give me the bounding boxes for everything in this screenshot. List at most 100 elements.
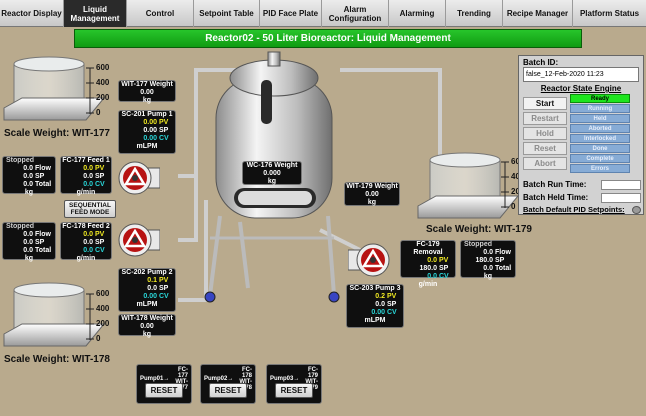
reset-pump01-button[interactable]: RESET xyxy=(145,383,183,398)
totalizer-177-box[interactable]: Stopped 0.0 Flow 0.0 SP 0.0 Total kg xyxy=(2,156,56,196)
wc176-weight-value: 0.000 xyxy=(263,170,281,177)
state-interlocked: Interlocked xyxy=(570,134,630,143)
fc179-title: FC-179 Removal xyxy=(413,241,443,256)
fc177-box[interactable]: FC-177 Feed 1 0.0 PV 0.0 SP 0.0 CV g/min xyxy=(60,156,112,196)
state-running: Running xyxy=(570,104,630,113)
state-ready: Ready xyxy=(570,94,630,103)
fc177-sp: 0.0 xyxy=(83,173,93,180)
scale-wit177-tick-0: 0 xyxy=(96,108,101,117)
wc176-weight-title: WC-176 Weight xyxy=(246,162,298,169)
totalizer-178-total-label: Total xyxy=(35,247,52,254)
wit177-weight-value: 0.00 xyxy=(140,89,154,96)
fc178-title: FC-178 Feed 2 xyxy=(62,223,110,230)
liquid-management-screen: Reactor Display Liquid Management Contro… xyxy=(0,0,646,416)
fc177-cv: 0.0 xyxy=(83,181,93,188)
totalizer-177-flow-label: Flow xyxy=(35,165,51,172)
wit179-weight-box[interactable]: WIT-179 Weight 0.00 kg xyxy=(344,182,400,206)
fc179-unit: g/min xyxy=(418,281,438,288)
scale-wit178-tick-0: 0 xyxy=(96,334,101,343)
batch-run-time-field xyxy=(601,180,641,190)
reset-pump02-pump: Pump02 xyxy=(204,376,228,382)
wit178-weight-value: 0.00 xyxy=(140,323,154,330)
wit178-weight-title: WIT-178 Weight xyxy=(121,315,173,322)
pump1-cv-label: CV xyxy=(159,135,169,142)
pump1-sp-label: SP xyxy=(159,127,169,134)
scale-wit177-tick-200: 200 xyxy=(96,93,110,102)
scale-wit178-graphic xyxy=(3,282,106,347)
wc176-weight-unit: kg xyxy=(267,178,277,185)
scale-wit177-tick-600: 600 xyxy=(96,63,110,72)
reset-pump02-button[interactable]: RESET xyxy=(209,383,247,398)
scale-wit177-graphic xyxy=(3,56,106,121)
totalizer-179-status: Stopped xyxy=(464,241,492,248)
totalizer-178-box[interactable]: Stopped 0.0 Flow 0.0 SP 0.0 Total kg xyxy=(2,222,56,262)
fc177-pv: 0.0 xyxy=(83,165,93,172)
fc178-unit: g/min xyxy=(76,255,96,262)
state-aborted: Aborted xyxy=(570,124,630,133)
pump3-pv-label: PV xyxy=(387,293,397,300)
state-held: Held xyxy=(570,114,630,123)
totalizer-179-box[interactable]: Stopped 0.0 Flow 180.0 SP 0.0 Total kg xyxy=(460,240,516,280)
pump1-box[interactable]: SC-201 Pump 1 0.00 PV 0.00 SP 0.00 CV mLPM xyxy=(118,110,176,154)
batch-run-time-label: Batch Run Time: xyxy=(523,180,587,189)
wit178-weight-box[interactable]: WIT-178 Weight 0.00 kg xyxy=(118,314,176,338)
pump3-title: SC-203 Pump 3 xyxy=(349,285,401,292)
fc179-pv-label: PV xyxy=(439,257,449,264)
batch-held-time-field xyxy=(601,193,641,203)
totalizer-177-sp-label: SP xyxy=(35,173,45,180)
batch-default-pid-label[interactable]: Batch Default PID Setpoints: xyxy=(523,205,625,214)
pump1-pv-label: PV xyxy=(159,119,169,126)
totalizer-177-total-label: Total xyxy=(35,181,52,188)
start-button[interactable]: Start xyxy=(523,97,567,110)
pump2-pv: 0.1 xyxy=(147,277,157,284)
abort-button[interactable]: Abort xyxy=(523,157,567,170)
totalizer-178-flow: 0.0 xyxy=(23,231,33,238)
pump2-icon[interactable] xyxy=(118,222,160,258)
scale-wit178-tick-400: 400 xyxy=(96,304,110,313)
fc177-title: FC-177 Feed 1 xyxy=(62,157,110,164)
scale-wit178-tick-200: 200 xyxy=(96,319,110,328)
batch-id-field[interactable]: false_12-Feb-2020 11:23 xyxy=(523,67,639,82)
fc179-cv-label: CV xyxy=(439,273,449,280)
hold-button[interactable]: Hold xyxy=(523,127,567,140)
restart-button[interactable]: Restart xyxy=(523,112,567,125)
expand-icon[interactable] xyxy=(632,206,641,214)
pump1-icon[interactable] xyxy=(118,160,160,196)
batch-id-label: Batch ID: xyxy=(523,58,559,67)
fc178-pv: 0.0 xyxy=(83,231,93,238)
pump1-sp: 0.00 xyxy=(143,127,157,134)
fc178-box[interactable]: FC-178 Feed 2 0.0 PV 0.0 SP 0.0 CV g/min xyxy=(60,222,112,262)
scale-wit178-label: Scale Weight: WIT-178 xyxy=(4,354,110,365)
totalizer-178-flow-label: Flow xyxy=(35,231,51,238)
fc179-box[interactable]: FC-179 Removal 0.0 PV 180.0 SP 0.0 CV g/min xyxy=(400,240,456,288)
wit177-weight-unit: kg xyxy=(142,97,152,104)
pump2-title: SC-202 Pump 2 xyxy=(121,269,173,276)
totalizer-177-total: 0.0 xyxy=(23,181,33,188)
reset-pump03-button[interactable]: RESET xyxy=(275,383,313,398)
pump3-sp-label: SP xyxy=(387,301,397,308)
pump3-icon[interactable] xyxy=(348,242,390,278)
fc179-sp: 180.0 xyxy=(419,265,437,272)
fc178-cv: 0.0 xyxy=(83,247,93,254)
wc176-weight-box[interactable]: WC-176 Weight 0.000 kg xyxy=(242,161,302,185)
pump2-cv: 0.00 xyxy=(143,293,157,300)
reset-button[interactable]: Reset xyxy=(523,142,567,155)
pump3-box[interactable]: SC-203 Pump 3 0.2 PV 0.0 SP 0.00 CV mLPM xyxy=(346,284,404,328)
fc178-sp: 0.0 xyxy=(83,239,93,246)
pump2-box[interactable]: SC-202 Pump 2 0.1 PV 0.0 SP 0.00 CV mLPM xyxy=(118,268,176,312)
state-complete: Complete xyxy=(570,154,630,163)
sequential-feed-mode-button[interactable]: SEQUENTIAL FEED MODE xyxy=(64,200,116,218)
scale-wit179-tick-0: 0 xyxy=(511,202,516,211)
pump1-title: SC-201 Pump 1 xyxy=(121,111,173,118)
reactor-state-engine-label: Reactor State Engine xyxy=(540,84,622,93)
reset-pump01-pump: Pump01 xyxy=(140,376,164,382)
totalizer-179-flow: 0.0 xyxy=(483,249,493,256)
pump2-sp-label: SP xyxy=(159,285,169,292)
wit177-weight-box[interactable]: WIT-177 Weight 0.00 kg xyxy=(118,80,176,104)
pump3-sp: 0.0 xyxy=(375,301,385,308)
totalizer-177-sp: 0.0 xyxy=(23,173,33,180)
totalizer-178-unit: kg xyxy=(24,255,34,262)
pump2-sp: 0.0 xyxy=(147,285,157,292)
pump3-cv-label: CV xyxy=(387,309,397,316)
pump3-cv: 0.00 xyxy=(371,309,385,316)
